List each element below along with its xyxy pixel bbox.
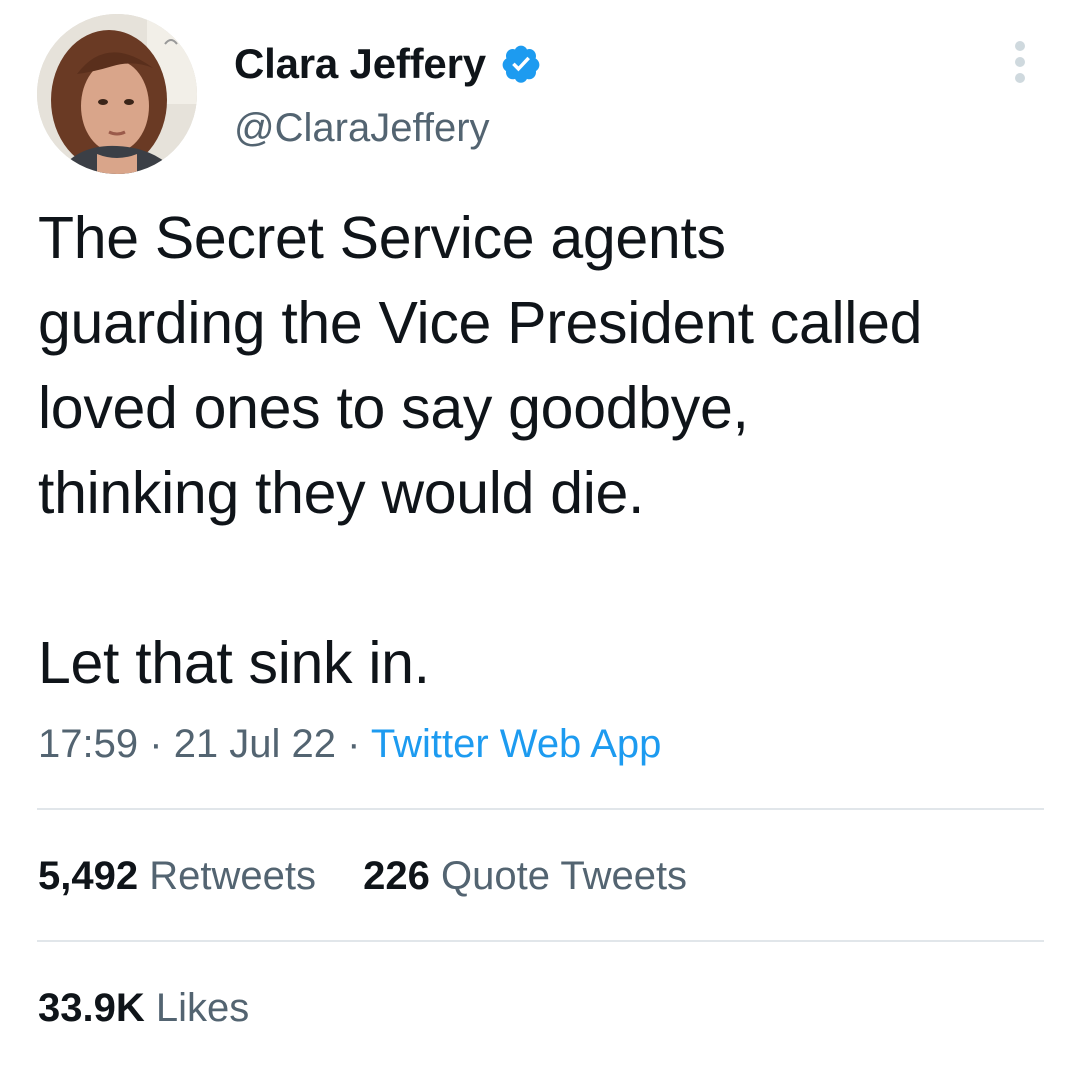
tweet-time[interactable]: 17:59 — [38, 722, 138, 766]
stats-row-likes: 33.9K Likes — [38, 986, 249, 1031]
verified-badge-icon — [500, 43, 542, 85]
meta-separator: · — [347, 722, 361, 766]
tweet-meta: 17:59 · 21 Jul 22 · Twitter Web App — [38, 722, 661, 767]
author-name-row: Clara Jeffery — [234, 38, 542, 90]
stats-row-shares: 5,492 Retweets 226 Quote Tweets — [38, 854, 687, 899]
divider — [37, 940, 1044, 942]
likes-label: Likes — [155, 986, 250, 1030]
quote-tweets-label: Quote Tweets — [440, 854, 688, 898]
tweet-source-link[interactable]: Twitter Web App — [371, 722, 662, 766]
likes-count: 33.9K — [38, 986, 145, 1030]
tweet-text: The Secret Service agents guarding the V… — [38, 205, 923, 696]
more-options-icon[interactable] — [1008, 40, 1032, 84]
quote-tweets-stat[interactable]: 226 Quote Tweets — [363, 854, 687, 899]
tweet-date[interactable]: 21 Jul 22 — [174, 722, 336, 766]
retweets-stat[interactable]: 5,492 Retweets — [38, 854, 316, 899]
display-name[interactable]: Clara Jeffery — [234, 40, 486, 88]
retweets-label: Retweets — [149, 854, 316, 898]
likes-stat[interactable]: 33.9K Likes — [38, 986, 249, 1031]
avatar-photo — [37, 14, 197, 174]
meta-separator: · — [149, 722, 163, 766]
retweets-count: 5,492 — [38, 854, 139, 898]
tweet-card: Clara Jeffery @ClaraJeffery The Secret S… — [0, 0, 1080, 1073]
quote-tweets-count: 226 — [363, 854, 430, 898]
avatar[interactable] — [37, 14, 197, 174]
divider — [37, 808, 1044, 810]
author-handle[interactable]: @ClaraJeffery — [234, 106, 490, 151]
